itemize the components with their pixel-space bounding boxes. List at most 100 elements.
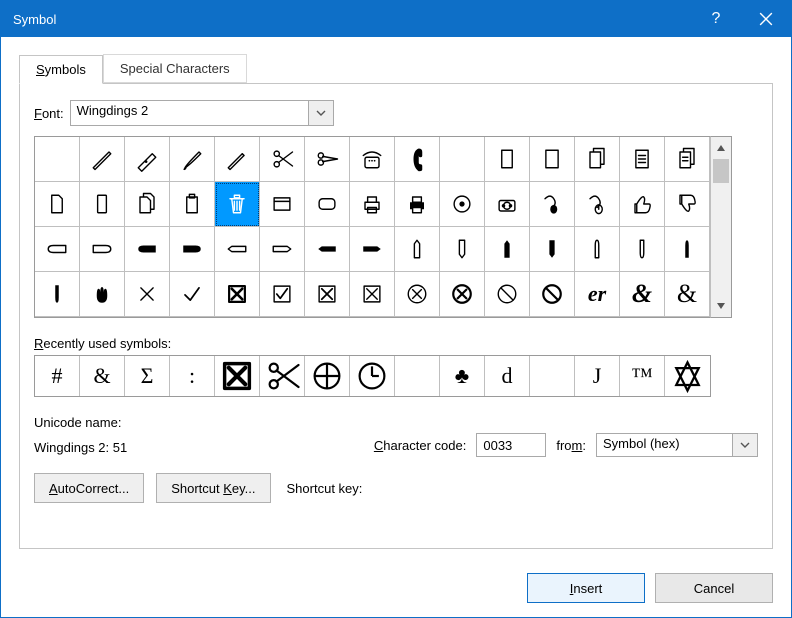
from-value[interactable]: Symbol (hex)	[596, 433, 732, 457]
symbol-cell-brush-pen[interactable]	[170, 137, 215, 182]
symbol-cell-page-lines[interactable]	[620, 137, 665, 182]
scroll-up-button[interactable]	[711, 137, 731, 159]
symbol-grid[interactable]: er&&	[34, 136, 710, 318]
recent-symbol[interactable]	[215, 356, 260, 396]
symbol-cell-no-entry[interactable]	[485, 272, 530, 317]
recent-symbol[interactable]: #	[35, 356, 80, 396]
help-button[interactable]: ?	[691, 1, 741, 37]
symbol-cell-trash[interactable]	[215, 182, 260, 227]
font-value[interactable]: Wingdings 2	[70, 100, 308, 126]
symbol-cell-x-box-bold[interactable]	[215, 272, 260, 317]
symbol-cell-thumb-up[interactable]	[620, 182, 665, 227]
symbol-cell-page[interactable]	[485, 137, 530, 182]
symbol-cell-hand-point-left[interactable]	[305, 227, 350, 272]
symbol-cell-blank[interactable]	[35, 137, 80, 182]
symbol-cell-handset[interactable]	[395, 137, 440, 182]
symbol-cell-thumb-down[interactable]	[665, 182, 710, 227]
symbol-cell-ampersand-script[interactable]: &	[620, 272, 665, 317]
tab-symbols[interactable]: Symbols	[19, 55, 103, 84]
recent-symbol[interactable]: &	[80, 356, 125, 396]
scroll-track[interactable]	[711, 159, 731, 295]
recent-symbol[interactable]	[350, 356, 395, 396]
recent-symbol[interactable]	[305, 356, 350, 396]
symbol-cell-device-outline[interactable]	[80, 182, 125, 227]
symbol-cell-blank[interactable]	[440, 137, 485, 182]
recent-symbol[interactable]: d	[485, 356, 530, 396]
recent-symbol[interactable]	[530, 356, 575, 396]
symbol-cell-hand-point-down[interactable]	[35, 272, 80, 317]
symbol-cell-hand-point-up[interactable]	[665, 227, 710, 272]
symbol-cell-ampersand-outline[interactable]: &	[665, 272, 710, 317]
symbol-cell-x-box[interactable]	[305, 272, 350, 317]
symbol-cell-circle-x-bold[interactable]	[440, 272, 485, 317]
symbol-cell-er-script[interactable]: er	[575, 272, 620, 317]
from-dropdown[interactable]: Symbol (hex)	[596, 433, 758, 457]
symbol-cell-hand-point-right[interactable]	[350, 227, 395, 272]
symbol-cell-hand-down-out2[interactable]	[620, 227, 665, 272]
symbol-cell-printer[interactable]	[350, 182, 395, 227]
symbol-cell-check-box[interactable]	[260, 272, 305, 317]
symbol-cell-pencil[interactable]	[215, 137, 260, 182]
close-button[interactable]	[741, 1, 791, 37]
symbol-cell-pages-stack[interactable]	[575, 137, 620, 182]
symbol-cell-hand-open[interactable]	[80, 272, 125, 317]
char-code-input[interactable]	[476, 433, 546, 457]
symbol-cell-hand-up-fill[interactable]	[485, 227, 530, 272]
recent-symbol[interactable]: Σ	[125, 356, 170, 396]
recent-symbol[interactable]: ™	[620, 356, 665, 396]
symbol-cell-hand-up-out2[interactable]	[575, 227, 620, 272]
code-row: Character code: from: Symbol (hex)	[167, 415, 758, 457]
symbol-cell-mouse[interactable]	[575, 182, 620, 227]
symbol-cell-scissors-open[interactable]	[260, 137, 305, 182]
symbol-cell-no-entry-bold[interactable]	[530, 272, 575, 317]
recent-symbol[interactable]: ♣	[440, 356, 485, 396]
symbol-cell-hand-down-outline[interactable]	[440, 227, 485, 272]
insert-button[interactable]: Insert	[527, 573, 645, 603]
shortcut-key-button[interactable]: Shortcut Key...	[156, 473, 270, 503]
symbol-cell-hand-right-fill[interactable]	[170, 227, 215, 272]
symbol-cell-x-box-thin[interactable]	[350, 272, 395, 317]
symbol-cell-hand-left-out2[interactable]	[215, 227, 260, 272]
symbol-cell-fountain-pen[interactable]	[125, 137, 170, 182]
symbol-cell-page-blank[interactable]	[35, 182, 80, 227]
scroll-thumb[interactable]	[713, 159, 729, 183]
symbol-cell-rounded-rect[interactable]	[305, 182, 350, 227]
scroll-down-button[interactable]	[711, 295, 731, 317]
symbol-cell-page-outline[interactable]	[530, 137, 575, 182]
font-dropdown-button[interactable]	[308, 100, 334, 126]
symbol-cell-pen[interactable]	[80, 137, 125, 182]
symbol-grid-scrollbar[interactable]	[710, 136, 732, 318]
symbol-cell-scissors-cut[interactable]	[305, 137, 350, 182]
symbol-cell-hand-up-outline[interactable]	[395, 227, 440, 272]
recent-symbol[interactable]: J	[575, 356, 620, 396]
recent-symbol[interactable]	[395, 356, 440, 396]
symbol-cell-clipboard[interactable]	[170, 182, 215, 227]
symbol-cell-hand-right-outline[interactable]	[80, 227, 125, 272]
from-dropdown-button[interactable]	[732, 433, 758, 457]
symbol-cell-printer-filled[interactable]	[395, 182, 440, 227]
symbol-cell-docs-stack[interactable]	[125, 182, 170, 227]
symbol-cell-camera[interactable]	[485, 182, 530, 227]
symbol-cell-x-thin[interactable]	[125, 272, 170, 317]
tab-special-characters[interactable]: Special Characters	[103, 54, 247, 83]
recent-symbol[interactable]	[665, 356, 710, 396]
symbol-cell-disc[interactable]	[440, 182, 485, 227]
recent-grid[interactable]: #&Σ: ♣d J™	[34, 355, 711, 397]
unicode-name-value: Wingdings 2: 51	[34, 440, 127, 455]
autocorrect-button[interactable]: AutoCorrect...	[34, 473, 144, 503]
symbol-cell-hand-right-out2[interactable]	[260, 227, 305, 272]
cancel-button[interactable]: Cancel	[655, 573, 773, 603]
symbol-cell-pages-lines[interactable]	[665, 137, 710, 182]
symbol-cell-hand-left-fill[interactable]	[125, 227, 170, 272]
symbol-cell-mouse-cord[interactable]	[530, 182, 575, 227]
font-dropdown[interactable]: Wingdings 2	[70, 100, 334, 126]
recent-symbol[interactable]	[260, 356, 305, 396]
symbol-cell-phone-desk[interactable]	[350, 137, 395, 182]
symbol-cell-circle-x[interactable]	[395, 272, 440, 317]
symbol-cell-check[interactable]	[170, 272, 215, 317]
window-title: Symbol	[13, 12, 691, 27]
symbol-cell-window[interactable]	[260, 182, 305, 227]
symbol-cell-hand-down-fill[interactable]	[530, 227, 575, 272]
symbol-cell-hand-left-outline[interactable]	[35, 227, 80, 272]
recent-symbol[interactable]: :	[170, 356, 215, 396]
